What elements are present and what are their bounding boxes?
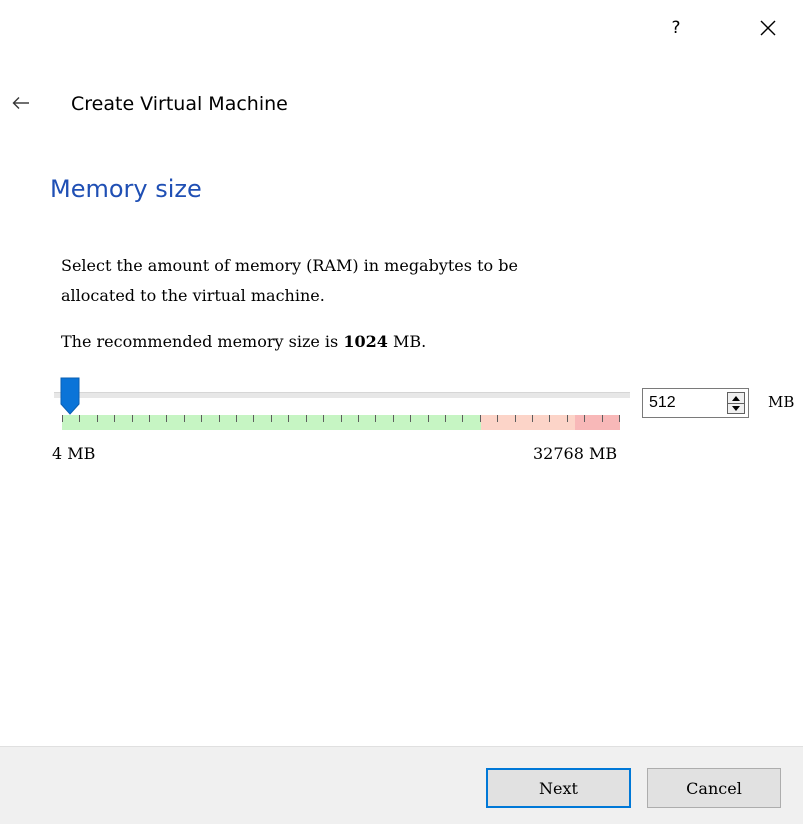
spin-down-button[interactable] bbox=[728, 403, 744, 413]
slider-thumb[interactable] bbox=[59, 376, 81, 416]
chevron-up-icon bbox=[732, 395, 740, 401]
slider-tick bbox=[166, 415, 167, 422]
slider-tick bbox=[393, 415, 394, 422]
slider-tick bbox=[271, 415, 272, 422]
slider-tick bbox=[62, 415, 63, 422]
next-button[interactable]: Next bbox=[486, 768, 631, 808]
slider-tick bbox=[149, 415, 150, 422]
slider-tick bbox=[132, 415, 133, 422]
spin-buttons bbox=[727, 392, 745, 414]
memory-spinbox[interactable] bbox=[642, 388, 749, 418]
slider-tick bbox=[428, 415, 429, 422]
slider-ticks bbox=[62, 415, 620, 423]
slider-tick bbox=[79, 415, 80, 422]
memory-scale-bar bbox=[62, 415, 620, 430]
slider-tick bbox=[549, 415, 550, 422]
max-memory-label: 32768 MB bbox=[533, 444, 618, 463]
close-button[interactable] bbox=[750, 10, 786, 46]
slider-tick bbox=[323, 415, 324, 422]
cancel-button[interactable]: Cancel bbox=[647, 768, 781, 808]
help-button[interactable]: ? bbox=[658, 10, 694, 46]
recommendation-text: The recommended memory size is 1024 MB. bbox=[61, 330, 426, 354]
slider-tick bbox=[567, 415, 568, 422]
slider-tick bbox=[410, 415, 411, 422]
description-text: Select the amount of memory (RAM) in meg… bbox=[61, 256, 518, 305]
close-icon bbox=[760, 20, 776, 36]
slider-tick bbox=[375, 415, 376, 422]
slider-tick bbox=[602, 415, 603, 422]
slider-tick bbox=[462, 415, 463, 422]
recommended-value: 1024 bbox=[343, 332, 388, 351]
slider-tick bbox=[497, 415, 498, 422]
slider-tick bbox=[288, 415, 289, 422]
chevron-down-icon bbox=[732, 405, 740, 411]
slider-tick bbox=[219, 415, 220, 422]
slider-tick bbox=[619, 415, 620, 422]
wizard-header: Create Virtual Machine bbox=[0, 86, 803, 126]
memory-size-input[interactable] bbox=[645, 391, 733, 415]
page-title: Memory size bbox=[50, 175, 202, 203]
slider-tick bbox=[201, 415, 202, 422]
slider-tick bbox=[480, 415, 481, 422]
slider-tick bbox=[341, 415, 342, 422]
wizard-title: Create Virtual Machine bbox=[71, 93, 288, 115]
slider-tick bbox=[114, 415, 115, 422]
slider-tick bbox=[236, 415, 237, 422]
slider-tick bbox=[253, 415, 254, 422]
button-bar: Next Cancel bbox=[0, 746, 803, 824]
slider-tick bbox=[306, 415, 307, 422]
back-button[interactable] bbox=[6, 88, 36, 118]
slider-tick bbox=[358, 415, 359, 422]
slider-tick bbox=[445, 415, 446, 422]
recommend-suffix: MB. bbox=[387, 332, 427, 351]
back-arrow-icon bbox=[12, 97, 29, 109]
slider-tick bbox=[532, 415, 533, 422]
unit-label: MB bbox=[768, 393, 795, 411]
slider-track[interactable] bbox=[54, 392, 630, 398]
slider-tick bbox=[97, 415, 98, 422]
recommend-prefix: The recommended memory size is bbox=[61, 332, 344, 351]
min-memory-label: 4 MB bbox=[52, 444, 96, 463]
slider-tick bbox=[184, 415, 185, 422]
memory-slider[interactable] bbox=[50, 374, 640, 434]
slider-tick bbox=[584, 415, 585, 422]
slider-tick bbox=[515, 415, 516, 422]
